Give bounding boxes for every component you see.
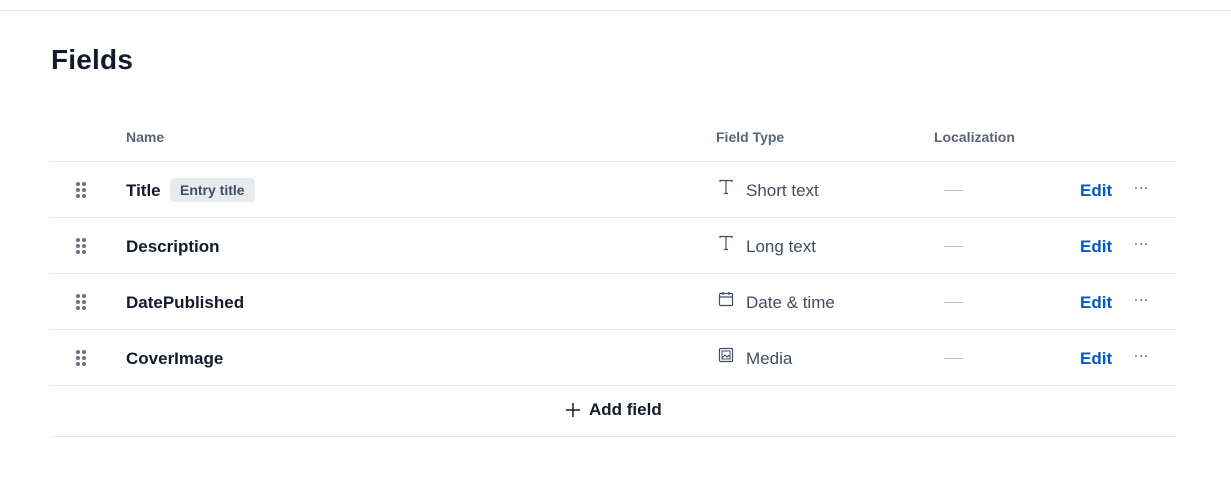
table-row: DatePublished Date & time Edit ··· <box>50 274 1176 330</box>
field-type-label: Media <box>746 349 793 368</box>
media-icon <box>718 347 734 365</box>
more-icon[interactable]: ··· <box>1132 236 1150 254</box>
column-header-localization: Localization <box>934 129 1015 145</box>
field-name: Title <box>126 181 161 200</box>
field-type-label: Short text <box>746 181 819 200</box>
drag-handle-icon[interactable] <box>76 350 86 366</box>
edit-field-button[interactable]: Edit <box>1080 181 1112 201</box>
top-divider <box>0 10 1231 11</box>
field-name: DatePublished <box>126 293 245 312</box>
add-field-label: Add field <box>589 400 662 419</box>
column-header-field-type: Field Type <box>716 129 785 145</box>
entry-title-badge: Entry title <box>170 178 255 202</box>
calendar-icon <box>718 291 734 309</box>
more-icon[interactable]: ··· <box>1132 348 1150 366</box>
field-name: Description <box>126 237 220 256</box>
table-row: Title Entry title Short text Edit ··· <box>50 162 1176 218</box>
drag-handle-icon[interactable] <box>76 294 86 310</box>
text-icon <box>718 179 734 197</box>
plus-icon <box>565 402 581 418</box>
add-field-row: Add field <box>50 386 1176 437</box>
page-title: Fields <box>51 44 134 75</box>
edit-field-button[interactable]: Edit <box>1080 237 1112 257</box>
localization-value <box>944 358 963 359</box>
more-icon[interactable]: ··· <box>1132 292 1150 310</box>
field-type-label: Date & time <box>746 293 835 312</box>
drag-handle-icon[interactable] <box>76 238 86 254</box>
add-field-button[interactable]: Add field <box>565 400 662 420</box>
table-header: Name Field Type Localization <box>50 118 1176 162</box>
localization-value <box>944 246 963 247</box>
more-icon[interactable]: ··· <box>1132 180 1150 198</box>
fields-table: Name Field Type Localization Title Entry… <box>50 118 1176 437</box>
localization-value <box>944 190 963 191</box>
field-type-label: Long text <box>746 237 816 256</box>
localization-value <box>944 302 963 303</box>
field-name: CoverImage <box>126 349 224 368</box>
drag-handle-icon[interactable] <box>76 182 86 198</box>
column-header-name: Name <box>126 129 165 145</box>
table-row: Description Long text Edit ··· <box>50 218 1176 274</box>
table-row: CoverImage Media Edit ··· <box>50 330 1176 386</box>
text-icon <box>718 235 734 253</box>
edit-field-button[interactable]: Edit <box>1080 293 1112 313</box>
edit-field-button[interactable]: Edit <box>1080 349 1112 369</box>
